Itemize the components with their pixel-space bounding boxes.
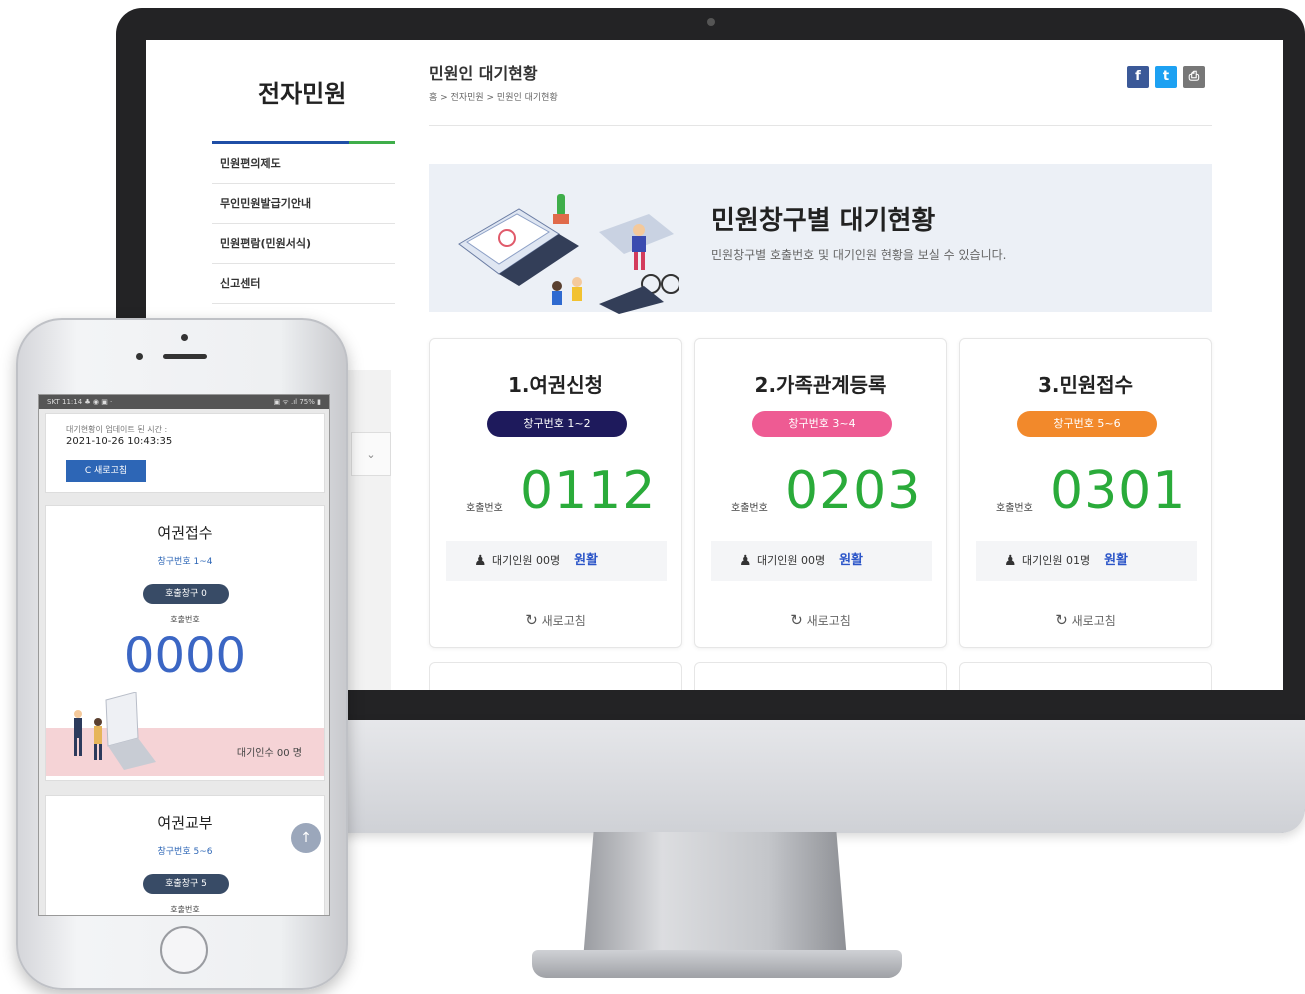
refresh-label: 새로고침 [806, 614, 851, 628]
window-range: 창구번호 1~4 [157, 557, 213, 567]
smartphone: SKT 11:14 ♣ ◉ ▣ · ▣ ᯤ .ıl 75% ▮ 대기현황이 업데이… [16, 318, 348, 990]
card-title: 1.여권신청 [507, 373, 604, 397]
call-number: 0203 [785, 461, 922, 521]
monitor-stand-base [532, 950, 902, 978]
nav-item-kiosk-guide[interactable]: 무인민원발급기안내 [212, 184, 395, 224]
person-icon: ♟ [739, 553, 752, 569]
window-badge: 창구번호 1~2 [487, 411, 627, 437]
banner-title: 민원창구별 대기현황 [711, 206, 936, 236]
waiting-bar: ♟ 대기인원 01명 원활 [976, 541, 1197, 581]
page-title: 민원인 대기현황 [429, 64, 538, 83]
site-brand: 전자민원 [258, 80, 347, 108]
window-badge: 창구번호 3~4 [752, 411, 892, 437]
call-window-badge: 호출창구 5 [143, 874, 229, 894]
people-illustration [74, 692, 156, 770]
person-icon: ♟ [474, 553, 487, 569]
refresh-button[interactable]: ↻ 새로고침 [695, 611, 946, 629]
update-time: 2021-10-26 10:43:35 [66, 436, 173, 447]
twitter-icon[interactable]: t [1155, 66, 1177, 88]
refresh-label: 새로고침 [1071, 614, 1116, 628]
dropdown-chevron-icon[interactable]: ⌄ [351, 432, 391, 476]
waiting-count: 대기인원 01명 [1022, 554, 1091, 567]
phone-speaker [163, 354, 207, 359]
status-right: ▣ ᯤ .ıl 75% ▮ [273, 398, 321, 406]
device-mockup: 전자민원 민원편의제도 무인민원발급기안내 민원편람(민원서식) 신고센터 민원… [0, 0, 1305, 994]
status-bar: SKT 11:14 ♣ ◉ ▣ · ▣ ᯤ .ıl 75% ▮ [39, 395, 329, 409]
phone-camera [181, 334, 188, 341]
status-badge: 원활 [1104, 553, 1129, 568]
header-divider [429, 125, 1212, 126]
banner-subtitle: 민원창구별 호출번호 및 대기인원 현황을 보실 수 있습니다. [711, 248, 1007, 262]
mobile-window-card: 여권교부 창구번호 5~6 호출창구 5 호출번호 [45, 795, 325, 915]
banner-illustration [458, 194, 679, 314]
call-number-label: 호출번호 [170, 905, 200, 914]
refresh-button[interactable]: C 새로고침 [66, 460, 146, 482]
monitor-stand-neck [583, 832, 847, 960]
card-title: 3.민원접수 [1037, 373, 1134, 397]
phone-screen: SKT 11:14 ♣ ◉ ▣ · ▣ ᯤ .ıl 75% ▮ 대기현황이 업데이… [38, 394, 330, 916]
call-number-label: 호출번호 [731, 503, 768, 514]
card-title: 여권접수 [157, 524, 213, 542]
waiting-count: 대기인원 00명 [492, 554, 561, 567]
update-label: 대기현황이 업데이트 된 시간 : [66, 425, 168, 434]
refresh-icon: ↻ [1055, 611, 1068, 629]
hero-banner: 민원창구별 대기현황 민원창구별 호출번호 및 대기인원 현황을 보실 수 있습… [429, 164, 1212, 314]
facebook-icon[interactable]: f [1127, 66, 1149, 88]
window-card-partial [429, 662, 682, 690]
card-title: 2.가족관계등록 [754, 373, 887, 397]
scroll-top-icon[interactable]: ↑ [291, 823, 321, 853]
window-card-partial [959, 662, 1212, 690]
window-card-passport: 1.여권신청 창구번호 1~2 호출번호 0112 ♟ 대기인원 00명 원활 ↻… [429, 338, 682, 648]
mobile-window-card: 여권접수 창구번호 1~4 호출창구 0 호출번호 0000 대기인수 00 명 [45, 505, 325, 781]
call-number-label: 호출번호 [170, 615, 200, 624]
status-left: SKT 11:14 ♣ ◉ ▣ · [47, 398, 113, 406]
refresh-button[interactable]: ↻ 새로고침 [430, 611, 681, 629]
call-number: 0000 [123, 628, 247, 684]
call-number: 0112 [520, 461, 657, 521]
nav-item-forms[interactable]: 민원편람(민원서식) [212, 224, 395, 264]
home-button[interactable] [160, 926, 208, 974]
person-icon: ♟ [1004, 553, 1017, 569]
phone-sensor [136, 353, 143, 360]
status-badge: 원활 [574, 553, 599, 568]
waiting-bar: ♟ 대기인원 00명 원활 [711, 541, 932, 581]
waiting-count: 대기인수 00 명 [236, 748, 302, 759]
window-badge: 창구번호 5~6 [1017, 411, 1157, 437]
call-window-badge: 호출창구 0 [143, 584, 229, 604]
refresh-button[interactable]: ↻ 새로고침 [960, 611, 1211, 629]
window-range: 창구번호 5~6 [157, 847, 213, 857]
window-card-civil-reception: 3.민원접수 창구번호 5~6 호출번호 0301 ♟ 대기인원 01명 원활 ↻… [959, 338, 1212, 648]
update-panel: 대기현황이 업데이트 된 시간 : 2021-10-26 10:43:35 C … [45, 413, 325, 493]
window-card-partial [694, 662, 947, 690]
nav-item-report-center[interactable]: 신고센터 [212, 264, 395, 304]
refresh-icon: ↻ [525, 611, 538, 629]
waiting-bar: ♟ 대기인원 00명 원활 [446, 541, 667, 581]
refresh-label: 새로고침 [541, 614, 586, 628]
print-icon[interactable]: ⎙ [1183, 66, 1205, 88]
card-title: 여권교부 [157, 814, 213, 832]
monitor-camera [707, 18, 715, 26]
status-badge: 원활 [839, 553, 864, 568]
nav-item-civil-convenience[interactable]: 민원편의제도 [212, 144, 395, 184]
waiting-count: 대기인원 00명 [757, 554, 826, 567]
call-number-label: 호출번호 [466, 503, 503, 514]
breadcrumb[interactable]: 홈 > 전자민원 > 민원인 대기현황 [429, 90, 558, 103]
window-card-family-registration: 2.가족관계등록 창구번호 3~4 호출번호 0203 ♟ 대기인원 00명 원활… [694, 338, 947, 648]
call-number-label: 호출번호 [996, 503, 1033, 514]
call-number: 0301 [1050, 461, 1187, 521]
refresh-icon: ↻ [790, 611, 803, 629]
